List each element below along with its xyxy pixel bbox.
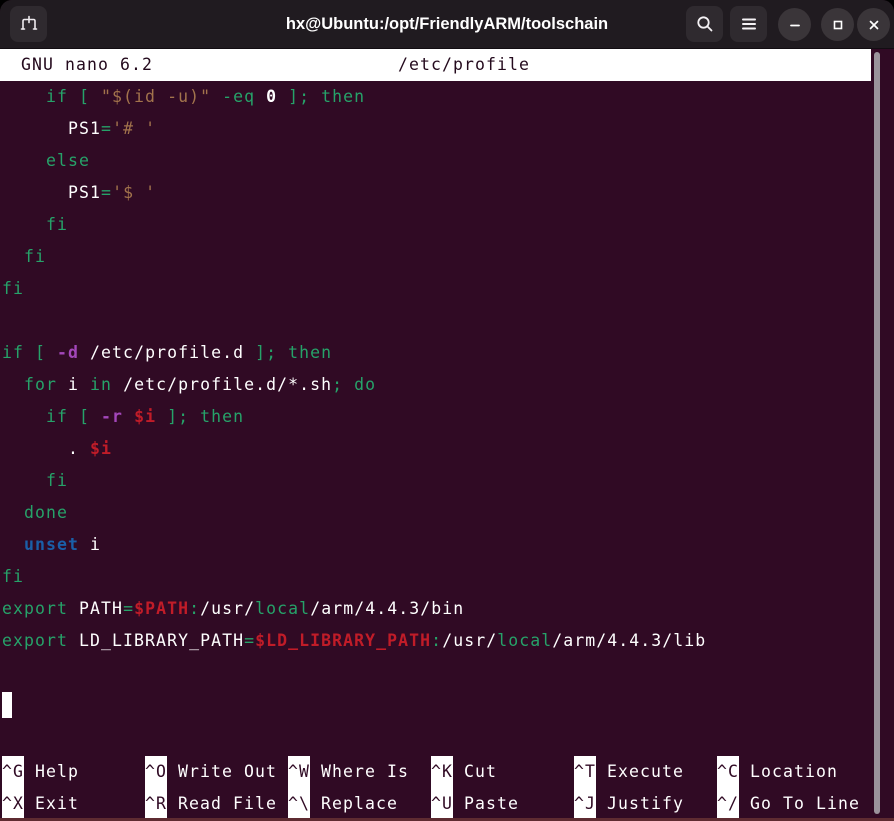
code-line xyxy=(0,689,894,721)
titlebar[interactable]: hx@Ubuntu:/opt/FriendlyARM/toolschain xyxy=(0,0,894,49)
shortcut-where-is: ^W Where Is xyxy=(288,756,409,788)
scrollbar[interactable] xyxy=(874,52,880,814)
shortcut-justify: ^J Justify xyxy=(574,788,684,820)
code-line: fi xyxy=(0,465,894,497)
code-line: PS1='$ ' xyxy=(0,177,894,209)
new-tab-button[interactable] xyxy=(10,6,47,42)
shortcut-key: ^G xyxy=(2,756,24,788)
code-line: else xyxy=(0,145,894,177)
shortcut-label: Read File xyxy=(178,794,277,813)
code-line: done xyxy=(0,497,894,529)
search-icon xyxy=(694,13,716,35)
shortcut-key: ^X xyxy=(2,788,24,820)
menu-button[interactable] xyxy=(730,6,767,42)
code-line: export LD_LIBRARY_PATH=$LD_LIBRARY_PATH:… xyxy=(0,625,894,657)
shortcut-label: Help xyxy=(35,762,79,781)
code-line: fi xyxy=(0,561,894,593)
editor-lines: if [ "$(id -u)" -eq 0 ]; then PS1='# ' e… xyxy=(0,81,894,721)
shortcut-column: ^G Help ^X Exit xyxy=(2,756,79,820)
maximize-icon xyxy=(830,17,846,33)
code-line: for i in /etc/profile.d/*.sh; do xyxy=(0,369,894,401)
shortcut-cut: ^K Cut xyxy=(431,756,519,788)
shortcut-label: Cut xyxy=(464,762,497,781)
shortcut-key: ^K xyxy=(431,756,453,788)
text-cursor xyxy=(2,692,12,718)
shortcut-key: ^O xyxy=(145,756,167,788)
shortcut-key: ^R xyxy=(145,788,167,820)
shortcut-key: ^\ xyxy=(288,788,310,820)
code-line: . $i xyxy=(0,433,894,465)
new-tab-icon xyxy=(18,13,40,35)
shortcut-column: ^W Where Is ^\ Replace xyxy=(288,756,409,820)
shortcut-location: ^C Location xyxy=(717,756,860,788)
code-line: unset i xyxy=(0,529,894,561)
close-icon xyxy=(866,17,882,33)
shortcut-help: ^G Help xyxy=(2,756,79,788)
shortcut-label: Where Is xyxy=(321,762,409,781)
shortcut-paste: ^U Paste xyxy=(431,788,519,820)
shortcut-label: Go To Line xyxy=(750,794,860,813)
shortcut-label: Write Out xyxy=(178,762,277,781)
shortcut-write-out: ^O Write Out xyxy=(145,756,277,788)
shortcut-label: Replace xyxy=(321,794,398,813)
maximize-button[interactable] xyxy=(821,8,854,41)
shortcut-key: ^J xyxy=(574,788,596,820)
shortcut-go-to-line: ^/ Go To Line xyxy=(717,788,860,820)
code-line: fi xyxy=(0,273,894,305)
shortcut-key: ^U xyxy=(431,788,453,820)
shortcut-label: Paste xyxy=(464,794,519,813)
nano-version: GNU nano 6.2 xyxy=(21,49,153,81)
shortcut-read-file: ^R Read File xyxy=(145,788,277,820)
shortcut-label: Location xyxy=(750,762,838,781)
code-line: if [ -d /etc/profile.d ]; then xyxy=(0,337,894,369)
terminal-screen[interactable]: if [ "$(id -u)" -eq 0 ]; then PS1='# ' e… xyxy=(0,81,894,721)
shortcut-label: Execute xyxy=(607,762,684,781)
code-line: fi xyxy=(0,241,894,273)
search-button[interactable] xyxy=(686,6,723,42)
shortcut-execute: ^T Execute xyxy=(574,756,684,788)
code-line: fi xyxy=(0,209,894,241)
shortcut-label: Exit xyxy=(35,794,79,813)
nano-filename: /etc/profile xyxy=(398,49,530,81)
shortcut-column: ^T Execute ^J Justify xyxy=(574,756,684,820)
shortcut-exit: ^X Exit xyxy=(2,788,79,820)
shortcut-column: ^C Location ^/ Go To Line xyxy=(717,756,860,820)
shortcut-key: ^T xyxy=(574,756,596,788)
shortcut-key: ^W xyxy=(288,756,310,788)
shortcut-replace: ^\ Replace xyxy=(288,788,409,820)
shortcut-key: ^C xyxy=(717,756,739,788)
code-line: if [ "$(id -u)" -eq 0 ]; then xyxy=(0,81,894,113)
code-line: export PATH=$PATH:/usr/local/arm/4.4.3/b… xyxy=(0,593,894,625)
menu-icon xyxy=(738,13,760,35)
shortcut-column: ^K Cut ^U Paste xyxy=(431,756,519,820)
code-line: if [ -r $i ]; then xyxy=(0,401,894,433)
close-button[interactable] xyxy=(857,8,890,41)
code-line xyxy=(0,305,894,337)
shortcut-label: Justify xyxy=(607,794,684,813)
code-line xyxy=(0,657,894,689)
minimize-button[interactable] xyxy=(778,8,811,41)
terminal-window: hx@Ubuntu:/opt/FriendlyARM/toolschain xyxy=(0,0,894,821)
shortcut-bar: ^G Help ^X Exit ^O Write Out ^R Read File ^W Wher… xyxy=(0,756,894,820)
nano-titlebar: GNU nano 6.2 /etc/profile xyxy=(0,49,871,81)
minimize-icon xyxy=(787,17,803,33)
shortcut-key: ^/ xyxy=(717,788,739,820)
shortcut-column: ^O Write Out ^R Read File xyxy=(145,756,277,820)
code-line: PS1='# ' xyxy=(0,113,894,145)
